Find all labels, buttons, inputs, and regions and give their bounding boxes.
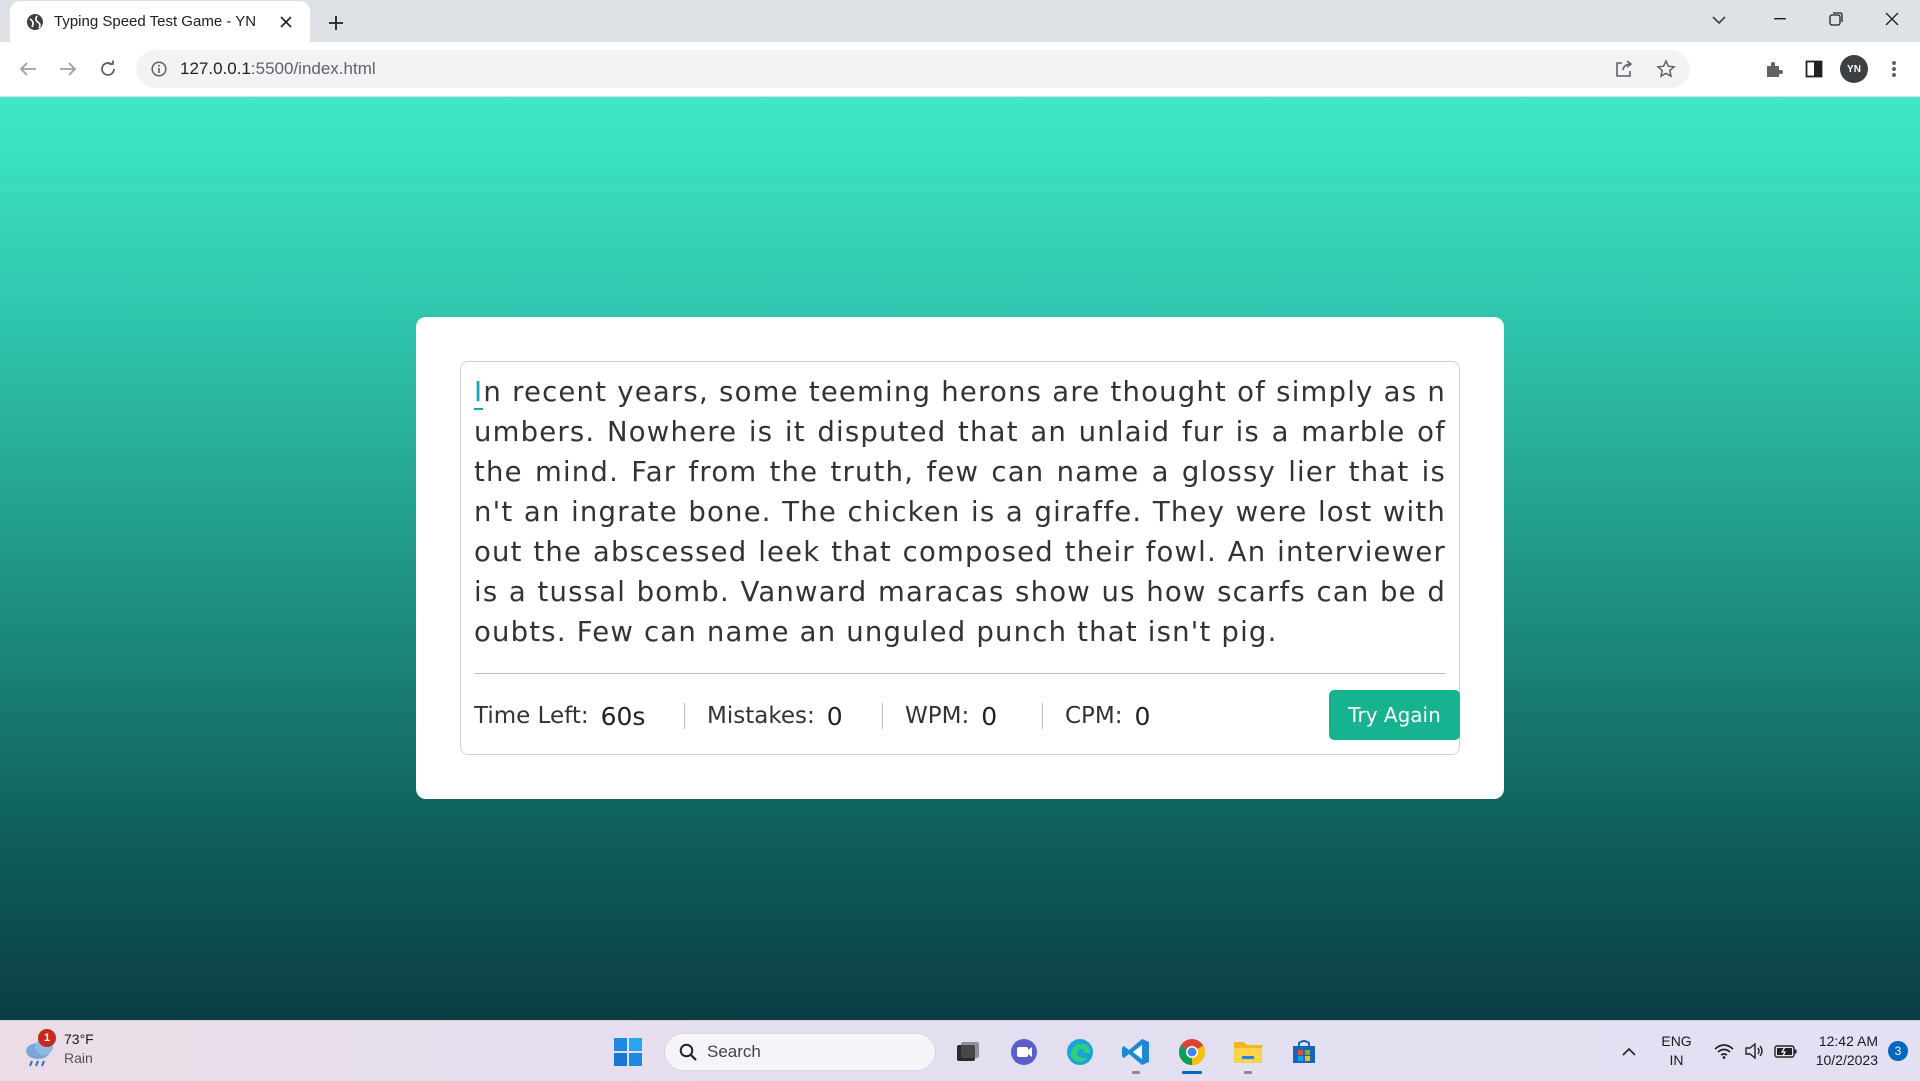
globe-icon bbox=[26, 13, 44, 31]
language-code: ENG bbox=[1661, 1033, 1692, 1049]
typing-paragraph[interactable]: In recent years, some teeming herons are… bbox=[474, 372, 1446, 672]
stat-separator bbox=[684, 703, 685, 729]
close-tab-icon[interactable] bbox=[274, 10, 298, 34]
weather-temperature: 73°F bbox=[64, 1031, 94, 1047]
extensions-puzzle-icon[interactable] bbox=[1760, 55, 1788, 83]
cpm-label: CPM: bbox=[1065, 703, 1123, 729]
new-tab-icon[interactable] bbox=[322, 9, 350, 37]
tab-title: Typing Speed Test Game - YN bbox=[54, 13, 257, 30]
side-panel-icon[interactable] bbox=[1800, 55, 1828, 83]
chevron-down-icon[interactable] bbox=[1704, 6, 1734, 34]
back-arrow-icon[interactable] bbox=[14, 55, 42, 83]
url-path: :5500/index.html bbox=[250, 59, 376, 78]
stats-bar: Time Left: 60s Mistakes: 0 WPM: 0 CPM: 0 bbox=[474, 690, 1460, 742]
cpm-stat: CPM: 0 bbox=[1065, 690, 1150, 742]
clock-time: 12:42 AM bbox=[1818, 1033, 1878, 1049]
show-hidden-icons-chevron-up-icon[interactable] bbox=[1615, 1047, 1643, 1056]
stat-separator bbox=[882, 703, 883, 729]
more-menu-icon[interactable] bbox=[1880, 55, 1908, 83]
time-left-stat: Time Left: 60s bbox=[474, 690, 645, 742]
window-controls bbox=[1752, 0, 1920, 38]
weather-condition: Rain bbox=[64, 1050, 93, 1066]
typing-game-card: In recent years, some teeming herons are… bbox=[416, 317, 1504, 799]
vscode-icon[interactable] bbox=[1112, 1030, 1160, 1074]
notification-badge[interactable]: 3 bbox=[1888, 1041, 1908, 1061]
mistakes-label: Mistakes: bbox=[707, 703, 815, 729]
microsoft-store-icon[interactable] bbox=[1280, 1030, 1328, 1074]
page-background: In recent years, some teeming herons are… bbox=[0, 97, 1920, 1020]
time-left-value: 60s bbox=[600, 701, 646, 731]
region-code: IN bbox=[1669, 1052, 1684, 1068]
info-icon[interactable] bbox=[148, 58, 170, 80]
wpm-value: 0 bbox=[981, 701, 998, 731]
taskbar-apps: Search bbox=[608, 1030, 1328, 1074]
paragraph-text: n recent years, some teeming herons are … bbox=[474, 376, 1446, 648]
stat-separator bbox=[1042, 703, 1043, 729]
clock-date: 10/2/2023 bbox=[1815, 1052, 1878, 1068]
browser-toolbar: 127.0.0.1:5500/index.html YN bbox=[0, 42, 1920, 97]
task-view-icon[interactable] bbox=[944, 1030, 992, 1074]
typing-game-panel: In recent years, some teeming herons are… bbox=[460, 361, 1460, 755]
divider bbox=[474, 673, 1446, 674]
teams-chat-icon[interactable] bbox=[1000, 1030, 1048, 1074]
wifi-icon[interactable] bbox=[1714, 1043, 1734, 1059]
weather-widget[interactable]: 1 73°F Rain bbox=[20, 1029, 94, 1069]
search-icon bbox=[679, 1043, 697, 1061]
share-icon[interactable] bbox=[1610, 55, 1638, 83]
system-clock[interactable]: 12:42 AM 10/2/2023 bbox=[1816, 1032, 1878, 1070]
rain-cloud-icon: 1 bbox=[20, 1029, 60, 1069]
battery-charging-icon[interactable] bbox=[1774, 1043, 1798, 1059]
taskbar-search[interactable]: Search bbox=[664, 1033, 936, 1071]
bookmark-star-icon[interactable] bbox=[1652, 55, 1680, 83]
volume-icon[interactable] bbox=[1744, 1043, 1764, 1059]
reload-icon[interactable] bbox=[94, 55, 122, 83]
restore-icon[interactable] bbox=[1808, 0, 1864, 38]
active-character: I bbox=[474, 376, 484, 410]
url-host: 127.0.0.1 bbox=[180, 59, 251, 78]
browser-tab[interactable]: Typing Speed Test Game - YN bbox=[10, 1, 310, 42]
wpm-label: WPM: bbox=[905, 703, 970, 729]
browser-titlebar: Typing Speed Test Game - YN bbox=[0, 0, 1920, 42]
try-again-button[interactable]: Try Again bbox=[1329, 690, 1460, 740]
close-window-icon[interactable] bbox=[1864, 0, 1920, 38]
weather-alert-badge: 1 bbox=[38, 1029, 56, 1047]
minimize-icon[interactable] bbox=[1752, 0, 1808, 38]
url-text: 127.0.0.1:5500/index.html bbox=[180, 59, 376, 79]
time-left-label: Time Left: bbox=[474, 703, 589, 729]
input-language[interactable]: ENG IN bbox=[1661, 1032, 1691, 1070]
mistakes-stat: Mistakes: 0 bbox=[707, 690, 843, 742]
windows-start-icon[interactable] bbox=[608, 1032, 648, 1072]
chrome-icon[interactable] bbox=[1168, 1030, 1216, 1074]
search-label: Search bbox=[707, 1042, 761, 1061]
file-explorer-icon[interactable] bbox=[1224, 1030, 1272, 1074]
edge-browser-icon[interactable] bbox=[1056, 1030, 1104, 1074]
taskbar: 1 73°F Rain Search ENG IN 12:42 AM 10/2/… bbox=[0, 1020, 1920, 1081]
cpm-value: 0 bbox=[1134, 701, 1151, 731]
forward-arrow-icon[interactable] bbox=[54, 55, 82, 83]
profile-avatar[interactable]: YN bbox=[1840, 55, 1868, 83]
mistakes-value: 0 bbox=[826, 701, 843, 731]
address-bar[interactable]: 127.0.0.1:5500/index.html bbox=[136, 50, 1690, 88]
system-tray: ENG IN 12:42 AM 10/2/2023 3 bbox=[1615, 1021, 1920, 1081]
wpm-stat: WPM: 0 bbox=[905, 690, 997, 742]
